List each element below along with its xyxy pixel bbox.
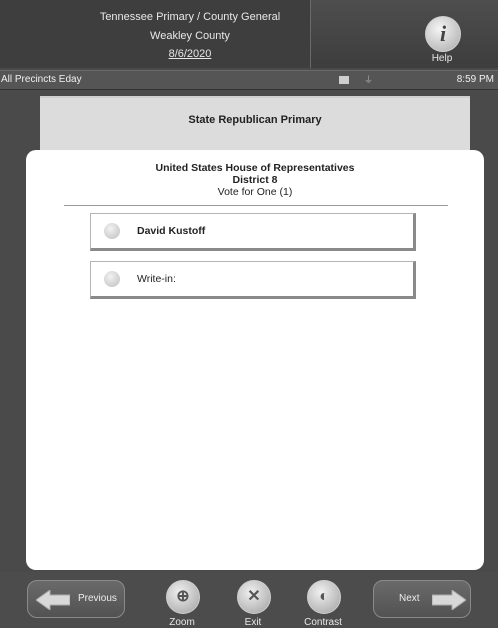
ballot-panel: United States House of Representatives D… (26, 150, 484, 570)
printer-icon (339, 76, 349, 84)
candidate-option[interactable]: David Kustoff (90, 213, 416, 251)
zoom-magnifier-icon[interactable]: ⊕ (166, 580, 200, 614)
election-date: 8/6/2020 (168, 48, 212, 60)
clock-time: 8:59 PM (456, 74, 494, 85)
previous-button[interactable]: Previous (27, 580, 125, 618)
county-name: Weakley County (150, 30, 230, 42)
previous-label: Previous (78, 593, 117, 604)
write-in-option[interactable]: Write-in: (90, 261, 416, 299)
bottom-nav: Previous ⊕ Zoom ✕ Exit ◐ Contrast Next (0, 572, 498, 628)
contest-header: State Republican Primary (40, 96, 470, 150)
arrow-right-icon (432, 590, 466, 610)
power-plug-icon: ⏚ (364, 75, 374, 85)
app-header: Tennessee Primary / County General Weakl… (0, 0, 498, 68)
election-name: Tennessee Primary / County General (99, 11, 281, 23)
help-label[interactable]: Help (425, 53, 459, 64)
write-in-label: Write-in: (137, 273, 176, 285)
precinct-label: All Precincts Eday (1, 74, 82, 85)
candidate-name: David Kustoff (137, 225, 206, 237)
next-button[interactable]: Next (373, 580, 471, 618)
exit-label[interactable]: Exit (223, 617, 283, 628)
divider (64, 205, 448, 206)
zoom-label[interactable]: Zoom (152, 617, 212, 628)
arrow-left-icon (36, 590, 70, 610)
contest-title: State Republican Primary (188, 114, 322, 126)
vote-instruction: Vote for One (1) (217, 186, 293, 198)
next-label: Next (399, 593, 420, 604)
radio-button-icon[interactable] (104, 223, 120, 239)
contrast-icon[interactable]: ◐ (307, 580, 341, 614)
exit-x-icon[interactable]: ✕ (237, 580, 271, 614)
status-bar: All Precincts Eday ⏚ 8:59 PM (0, 70, 498, 90)
office-name: United States House of Representatives (155, 162, 355, 174)
district-name: District 8 (232, 174, 278, 186)
office-heading: United States House of Representatives D… (26, 162, 484, 198)
help-info-icon[interactable]: i (425, 16, 461, 52)
contrast-label[interactable]: Contrast (293, 617, 353, 628)
radio-button-icon[interactable] (104, 271, 120, 287)
